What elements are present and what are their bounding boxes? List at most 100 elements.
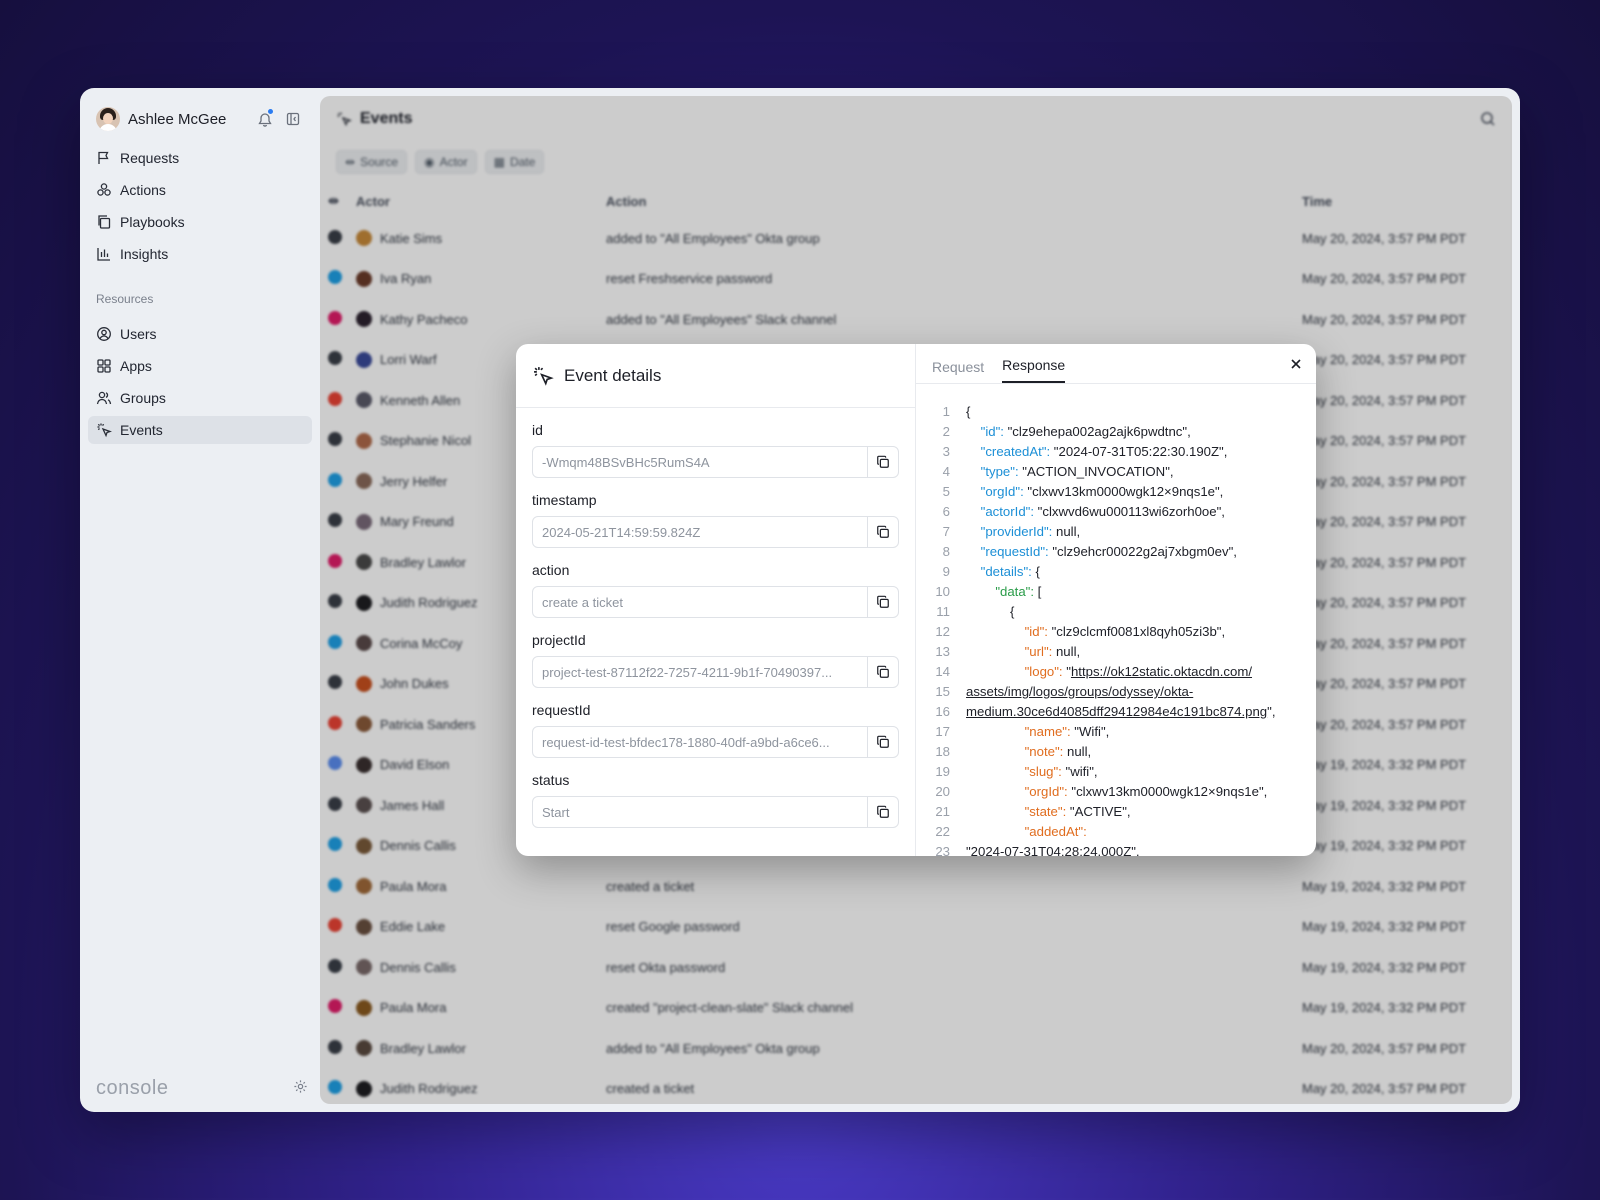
field-id: id -Wmqm48BSvBHc5RumS4A [532,422,899,478]
json-token: "clz9ehcr00022g2aj7xbgm0ev", [1048,544,1237,559]
code-text: "actorId": "clxwvd6wu000113wi6zorh0oe", [966,502,1225,522]
json-token: "ACTIVE", [1066,804,1131,819]
field-status: status Start [532,772,899,828]
copy-icon[interactable] [867,447,898,477]
code-line: 17 "name": "Wifi", [924,722,1308,742]
json-token: "actorId": [980,504,1034,519]
collapse-sidebar-icon[interactable] [282,108,304,130]
console-logo: console [96,1077,169,1099]
json-token: "clz9ehepa002ag2ajk6pwdtnc", [1003,424,1191,439]
code-line: 20 "orgId": "clxwv13km0000wgk12×9nqs1e", [924,782,1308,802]
code-text: "name": "Wifi", [966,722,1110,742]
nav-item-events[interactable]: Events [88,416,312,444]
flag-icon [98,151,109,164]
user-menu[interactable]: Ashlee McGee [88,104,312,134]
field-label: id [532,422,543,438]
line-number: 13 [935,644,950,659]
code-line: 5 "orgId": "clxwv13km0000wgk12×9nqs1e", [924,482,1308,502]
nav-label: Users [120,326,157,342]
json-token: "clxwvd6wu000113wi6zorh0oe", [1034,504,1225,519]
line-number: 8 [942,544,950,559]
json-link[interactable]: assets/img/logos/groups/odyssey/okta- [966,684,1193,699]
settings-gear-icon[interactable] [293,1079,308,1099]
line-number: 1 [942,404,950,419]
nav-label: Insights [120,246,169,262]
nav-label: Actions [120,182,166,198]
copy-icon[interactable] [867,517,898,547]
bell-icon[interactable] [254,108,276,130]
tab-request[interactable]: Request [932,359,984,383]
field-list: id -Wmqm48BSvBHc5RumS4A timestamp 2024-05-2… [516,408,915,828]
code-text: "type": "ACTION_INVOCATION", [966,462,1174,482]
payload-panel: Request Response 1{2 "id": "clz9ehepa002… [916,344,1316,856]
code-line: 1{ [924,402,1308,422]
apps-grid-icon [97,359,111,373]
code-text: "2024-07-31T04:28:24.000Z", [966,842,1140,856]
field-value[interactable]: request-id-test-bfdec178-1880-40df-a9bd-… [533,727,867,757]
json-token: " [1062,664,1071,679]
json-token: "note": [1024,744,1064,759]
nav-item-groups[interactable]: Groups [88,384,312,412]
json-token: "createdAt": [980,444,1051,459]
field-label: requestId [532,702,591,718]
json-token: "orgId": [1024,784,1068,799]
copy-icon[interactable] [867,657,898,687]
json-token: "name": [1024,724,1071,739]
nav-item-insights[interactable]: Insights [88,240,312,268]
json-link[interactable]: https://ok12static.oktacdn.com/ [1071,664,1252,679]
code-line: 12 "id": "clz9clcmf0081xl8qyh05zi3b", [924,622,1308,642]
code-text: "orgId": "clxwv13km0000wgk12×9nqs1e", [966,782,1268,802]
line-number: 10 [935,584,950,599]
copy-icon[interactable] [867,797,898,827]
nav-label: Events [120,422,163,438]
json-token: null, [1063,744,1092,759]
json-token: { [966,404,971,419]
code-text: "logo": "https://ok12static.oktacdn.com/ [966,662,1252,682]
nav-label: Playbooks [120,214,185,230]
json-token: "addedAt": [1024,824,1087,839]
field-value[interactable]: Start [533,797,867,827]
modal-title: Event details [564,365,662,385]
code-line: 13 "url": null, [924,642,1308,662]
copy-icon[interactable] [867,727,898,757]
close-icon[interactable] [1288,356,1304,372]
copy-icon[interactable] [867,587,898,617]
line-number: 18 [935,744,950,759]
tab-response[interactable]: Response [1002,357,1066,383]
line-number: 2 [942,424,950,439]
avatar [96,107,120,131]
field-value[interactable]: -Wmqm48BSvBHc5RumS4A [533,447,867,477]
line-number: 3 [942,444,950,459]
resources-nav: Users Apps Groups Events [88,320,312,444]
sparkle-cursor-icon [534,366,554,386]
nav-label: Apps [120,358,152,374]
code-line: 22 "addedAt": [924,822,1308,842]
json-token: "clxwv13km0000wgk12×9nqs1e", [1067,784,1268,799]
event-fields-panel: Event details id -Wmqm48BSvBHc5RumS4A time… [516,344,916,856]
field-box: project-test-87112f22-7257-4211-9b1f-704… [532,656,899,688]
code-line: 11 { [924,602,1308,622]
code-line: 9 "details": { [924,562,1308,582]
user-circle-icon [97,327,111,341]
nav-item-apps[interactable]: Apps [88,352,312,380]
code-text: "id": "clz9clcmf0081xl8qyh05zi3b", [966,622,1226,642]
code-line: 21 "state": "ACTIVE", [924,802,1308,822]
field-value[interactable]: 2024-05-21T14:59:59.824Z [533,517,867,547]
nav-item-users[interactable]: Users [88,320,312,348]
json-link[interactable]: medium.30ce6d4085dff29412984e4c191bc874.… [966,704,1267,719]
nav-item-requests[interactable]: Requests [88,144,312,172]
field-value[interactable]: create a ticket [533,587,867,617]
json-token: "id": [1024,624,1048,639]
nav-item-actions[interactable]: Actions [88,176,312,204]
nav-item-playbooks[interactable]: Playbooks [88,208,312,236]
field-value[interactable]: project-test-87112f22-7257-4211-9b1f-704… [533,657,867,687]
code-text: { [966,602,1014,622]
code-text: "orgId": "clxwv13km0000wgk12×9nqs1e", [966,482,1224,502]
line-number: 11 [936,604,950,619]
